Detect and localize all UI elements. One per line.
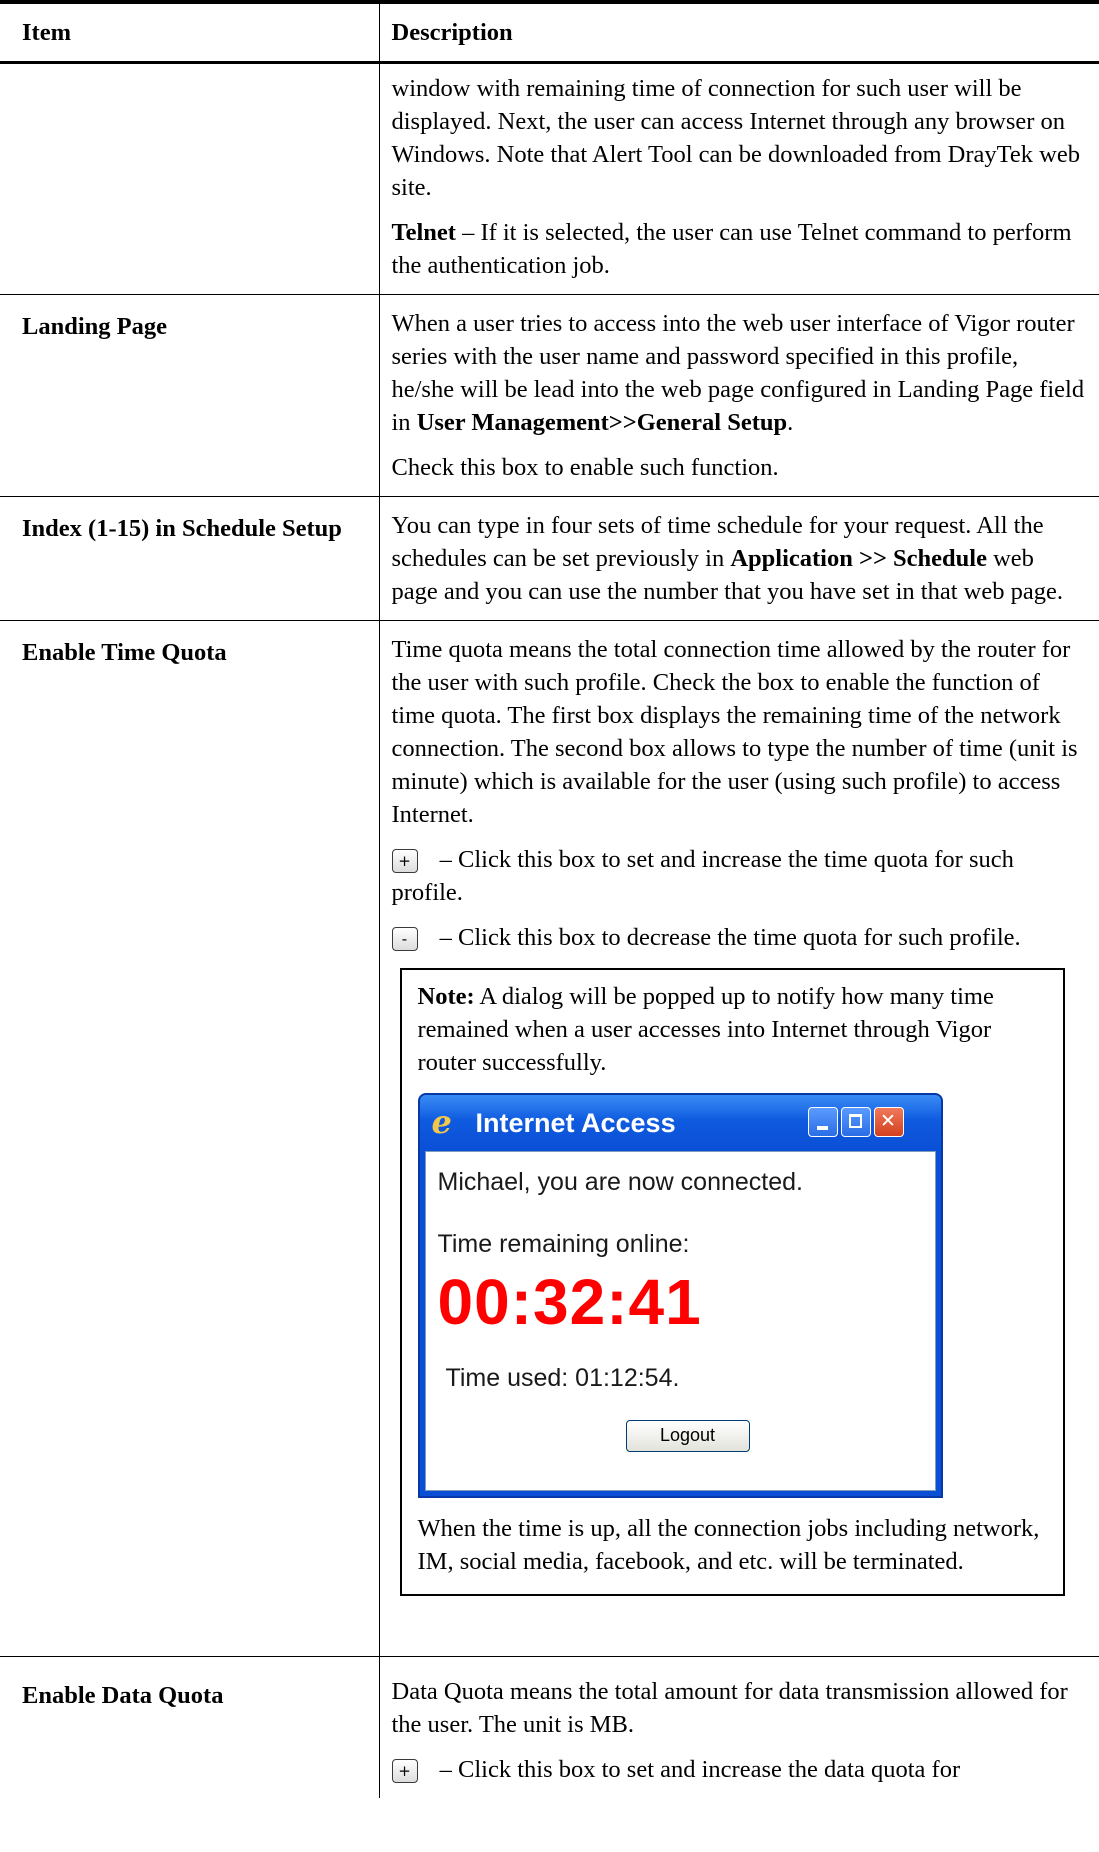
item-cell: Index (1-15) in Schedule Setup <box>0 496 380 621</box>
header-item: Item <box>0 0 380 64</box>
text: – Click this box to set and increase the… <box>391 845 1014 906</box>
dialog-title-bar: e Internet Access <box>419 1094 941 1151</box>
paragraph: Telnet – If it is selected, the user can… <box>392 216 1086 282</box>
description-cell: When a user tries to access into the web… <box>379 294 1099 497</box>
dialog-title: Internet Access <box>475 1107 676 1138</box>
note-paragraph: Note: A dialog will be popped up to noti… <box>418 980 1049 1079</box>
paragraph: - – Click this box to decrease the time … <box>391 921 1086 954</box>
paragraph: Data Quota means the total amount for da… <box>391 1677 1068 1738</box>
connected-message: Michael, you are now connected. <box>437 1167 804 1196</box>
text: . <box>787 408 794 436</box>
minimize-icon[interactable] <box>807 1106 838 1137</box>
description-cell: You can type in four sets of time schedu… <box>379 496 1099 621</box>
description-cell: Time quota means the total connection ti… <box>379 620 1099 1657</box>
item-cell: Enable Data Quota <box>0 1656 380 1798</box>
internet-explorer-icon: e <box>431 1102 452 1141</box>
note-label: Note: <box>417 982 475 1010</box>
remaining-label: Time remaining online: <box>437 1229 690 1258</box>
paragraph: You can type in four sets of time schedu… <box>392 509 1086 608</box>
plus-button-icon[interactable]: + <box>391 1758 418 1783</box>
maximize-icon[interactable] <box>840 1106 871 1137</box>
paragraph: Check this box to enable such function. <box>391 453 779 481</box>
paragraph: When a user tries to access into the web… <box>392 307 1086 439</box>
item-cell-empty <box>0 62 380 295</box>
item-cell: Landing Page <box>0 294 380 497</box>
table-row-landing-page: Landing Page When a user tries to access… <box>0 294 1099 497</box>
dialog-body: Michael, you are now connected. Time rem… <box>424 1150 936 1491</box>
logout-button[interactable]: Logout <box>625 1419 750 1452</box>
text: – Click this box to set and increase the… <box>433 1755 961 1783</box>
description-table: Item Description window with remaining t… <box>0 0 1099 1798</box>
paragraph: Time quota means the total connection ti… <box>391 635 1078 828</box>
plus-button-icon[interactable]: + <box>391 848 418 873</box>
description-cell: Data Quota means the total amount for da… <box>379 1656 1099 1798</box>
remaining-time: 00:32:41 <box>437 1265 702 1338</box>
text: – Click this box to decrease the time qu… <box>433 923 1021 951</box>
item-cell: Enable Time Quota <box>0 620 380 1657</box>
text: A dialog will be popped up to notify how… <box>417 982 994 1076</box>
bold-term: Telnet <box>391 218 456 246</box>
table-row-continued: window with remaining time of connection… <box>0 62 1099 295</box>
bold-term: Application >> Schedule <box>730 544 987 572</box>
paragraph: + – Click this box to set and increase t… <box>391 1753 1086 1786</box>
minus-button-icon[interactable]: - <box>391 926 418 951</box>
time-used: Time used: 01:12:54. <box>445 1363 680 1392</box>
header-description: Description <box>379 0 1099 64</box>
close-icon[interactable] <box>873 1106 904 1137</box>
text: – If it is selected, the user can use Te… <box>391 218 1072 279</box>
internet-access-dialog: e Internet Access Michael, you are now c… <box>417 1092 943 1498</box>
note-box: Note: A dialog will be popped up to noti… <box>399 967 1065 1596</box>
bold-term: User Management>>General Setup <box>416 408 788 436</box>
paragraph: When the time is up, all the connection … <box>417 1514 1040 1575</box>
table-header-row: Item Description <box>0 0 1099 64</box>
description-cell: window with remaining time of connection… <box>379 62 1099 295</box>
paragraph: window with remaining time of connection… <box>391 74 1080 201</box>
table-row-index-schedule: Index (1-15) in Schedule Setup You can t… <box>0 496 1099 621</box>
table-row-data-quota: Enable Data Quota Data Quota means the t… <box>0 1656 1099 1798</box>
table-row-time-quota: Enable Time Quota Time quota means the t… <box>0 620 1099 1657</box>
paragraph: + – Click this box to set and increase t… <box>391 843 1086 909</box>
